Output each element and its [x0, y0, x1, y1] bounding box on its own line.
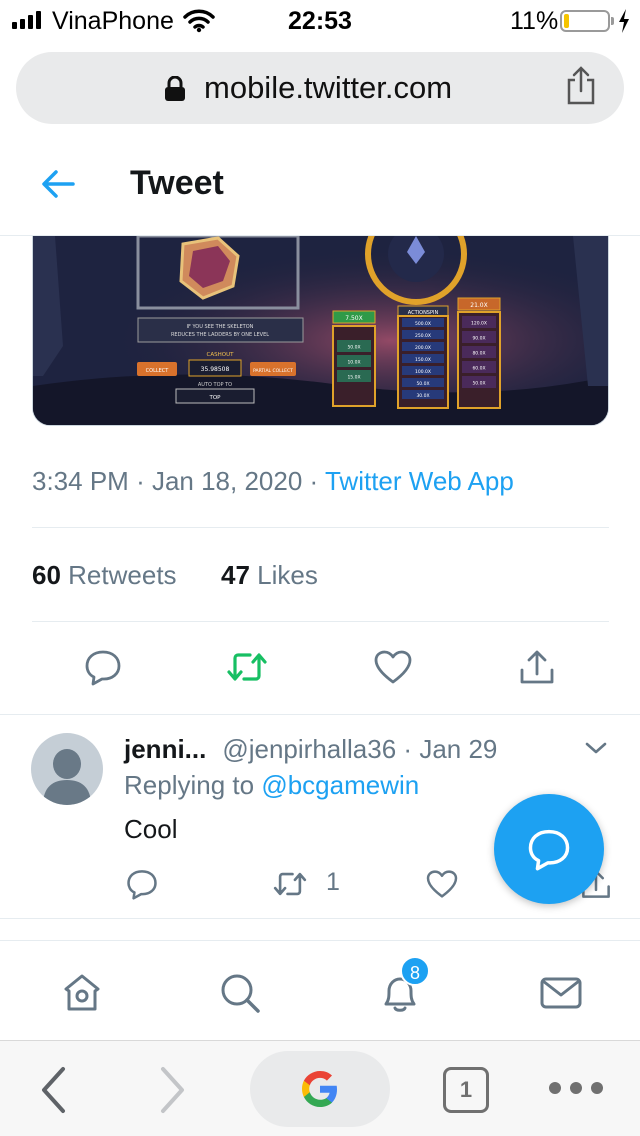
tweet-date[interactable]: Jan 18, 2020: [152, 466, 302, 496]
url-text[interactable]: mobile.twitter.com: [204, 70, 452, 106]
game-ladder-value: 50.0X: [472, 381, 485, 387]
divider: [0, 714, 640, 715]
game-collect-label: COLLECT: [146, 368, 170, 374]
replying-to: Replying to @bcgamewin: [124, 770, 419, 801]
share-icon[interactable]: [564, 66, 598, 111]
status-bar: VinaPhone 22:53 11%: [0, 0, 640, 40]
likes-count: 47: [221, 560, 250, 590]
heart-icon[interactable]: [374, 650, 412, 689]
tabs-button[interactable]: 1: [443, 1067, 489, 1113]
game-auto-label: AUTO TOP TO: [198, 382, 232, 388]
likes-stat[interactable]: 47 Likes: [221, 560, 318, 590]
messages-icon[interactable]: [538, 971, 584, 1020]
browser-toolbar: 1: [0, 1040, 640, 1136]
google-button[interactable]: [250, 1051, 390, 1127]
reply-author-name[interactable]: jenni...: [124, 734, 206, 764]
meta-separator: ·: [309, 466, 325, 496]
retweets-count: 60: [32, 560, 61, 590]
battery-icon: [560, 10, 610, 32]
comment-icon[interactable]: [126, 868, 158, 905]
reply-retweet-count: 1: [326, 868, 340, 896]
game-ladder-value: 90.0X: [472, 336, 485, 342]
reply-text: Cool: [124, 814, 178, 844]
comment-icon[interactable]: [84, 648, 122, 691]
heart-icon[interactable]: [426, 870, 458, 903]
tweet-header: Tweet: [0, 136, 640, 236]
chevron-right-icon[interactable]: [158, 1065, 188, 1120]
game-ladder-value: 250.0X: [415, 333, 431, 339]
game-ladder-value: 10.0X: [347, 360, 360, 366]
page-title: Tweet: [130, 164, 224, 202]
game-mult-1: 7.50X: [345, 315, 362, 322]
game-ladder-value: 60.0X: [472, 366, 485, 372]
game-ladder-value: 120.0X: [471, 321, 487, 327]
game-ladder-value: 50.0X: [416, 381, 429, 387]
game-ladder-value: 30.0X: [416, 393, 429, 399]
divider: [0, 918, 640, 919]
reply-author-handle[interactable]: @jenpirhalla36: [222, 734, 396, 764]
game-cashout-label: CASHOUT: [207, 352, 235, 358]
divider: [32, 621, 609, 622]
chevron-down-icon[interactable]: [584, 740, 608, 761]
game-note-2: REDUCES THE LADDERS BY ONE LEVEL: [171, 332, 269, 338]
chevron-left-icon[interactable]: [38, 1065, 68, 1120]
retweets-stat[interactable]: 60 Retweets: [32, 560, 177, 590]
game-cashout-value: 35.98508: [201, 366, 230, 373]
charging-bolt-icon: [618, 9, 630, 38]
replying-prefix: Replying to: [124, 770, 255, 800]
game-note-1: IF YOU SEE THE SKELETON: [187, 324, 254, 330]
tweet-timestamp: 3:34 PM · Jan 18, 2020 · Twitter Web App: [32, 466, 514, 497]
reply-separator: ·: [403, 734, 413, 764]
search-icon[interactable]: [218, 971, 262, 1020]
game-ladder-value: 500.0X: [415, 321, 431, 327]
reply-header: jenni... @jenpirhalla36 · Jan 29: [124, 734, 497, 765]
game-partial-label: PARTIAL COLLECT: [253, 368, 293, 374]
game-ladder-value: 100.0X: [415, 369, 431, 375]
battery-tip: [611, 17, 614, 25]
lock-icon: [163, 75, 187, 107]
retweet-icon[interactable]: [226, 650, 268, 689]
more-icon[interactable]: [548, 1081, 604, 1100]
game-ladder-value: 80.0X: [472, 351, 485, 357]
tweet-image[interactable]: IF YOU SEE THE SKELETON REDUCES THE LADD…: [32, 236, 609, 426]
twitter-bottom-nav: [0, 940, 640, 1040]
replying-to-handle[interactable]: @bcgamewin: [261, 770, 419, 800]
retweets-label: Retweets: [68, 560, 177, 590]
game-ladder-value: 200.0X: [415, 345, 431, 351]
tweet-time[interactable]: 3:34 PM: [32, 466, 129, 496]
address-bar[interactable]: mobile.twitter.com: [16, 52, 624, 124]
game-ladder-value: 15.0X: [347, 375, 360, 381]
tweet-source-link[interactable]: Twitter Web App: [325, 466, 514, 496]
tweet-stats: 60 Retweets 47 Likes: [32, 560, 318, 591]
avatar[interactable]: [31, 733, 103, 805]
google-icon: [302, 1071, 337, 1107]
share-icon[interactable]: [518, 648, 556, 691]
likes-label: Likes: [257, 560, 318, 590]
home-icon[interactable]: [60, 971, 104, 1020]
divider: [32, 527, 609, 528]
meta-separator: ·: [136, 466, 152, 496]
compose-reply-icon: [528, 829, 570, 871]
retweet-icon[interactable]: [272, 870, 308, 903]
game-mult-2: 21.0X: [470, 302, 487, 309]
game-ladder-value: 50.0X: [347, 345, 360, 351]
compose-reply-button[interactable]: [494, 794, 604, 904]
battery-percent: 11%: [510, 7, 559, 35]
arrow-left-icon[interactable]: [40, 169, 76, 204]
notification-badge: 8: [400, 956, 430, 986]
game-ladder-value: 150.0X: [415, 357, 431, 363]
game-auto-value: TOP: [208, 395, 221, 401]
reply-date[interactable]: Jan 29: [419, 734, 497, 764]
